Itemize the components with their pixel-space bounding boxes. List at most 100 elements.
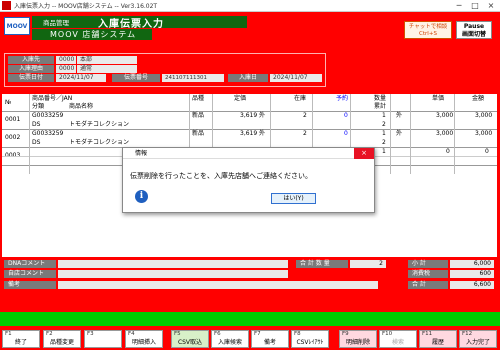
fkey-f2-button[interactable]: F2 品種変更 (43, 330, 81, 348)
minimize-button[interactable]: ─ (452, 0, 466, 12)
fkey-f4-button[interactable]: F4 明細挿入 (125, 330, 163, 348)
row-grade: 新品 (192, 112, 205, 119)
fkey-label: 終了 (14, 339, 27, 346)
dialog-message: 伝票削除を行ったことを、入庫先店舗へご連絡ください。 (130, 172, 312, 180)
fkey-label: 明細挿入 (131, 339, 156, 346)
screen-title: 入庫伝票入力 (98, 18, 164, 30)
pause-switch-button[interactable]: Pause 画面切替 (456, 21, 492, 39)
col-divider (410, 94, 411, 174)
total-qty-label: 合 計 数 量 (296, 260, 348, 268)
chat-button-hint: Ctrl+S (419, 31, 437, 37)
pause-label: Pause (463, 23, 485, 30)
row-unit[interactable]: 0 (446, 147, 450, 156)
row-code[interactable]: G0033259 (32, 129, 63, 138)
fkey-f10-button[interactable]: F10 検索 (379, 330, 417, 348)
fkey-f8-button[interactable]: F8 CSVﾚｲｱｳﾄ (291, 330, 329, 348)
row-cum: 2 (382, 121, 386, 128)
row-qty[interactable]: 1 (382, 147, 386, 156)
total-qty-value: 2 (350, 260, 386, 268)
row-tax2: 外 (396, 130, 403, 137)
slip-number-label: 伝票番号 (112, 74, 160, 82)
total-value: 6,600 (450, 281, 494, 289)
row-price: 3,619 (240, 130, 258, 137)
col-no: № (5, 99, 12, 106)
tax-value: 600 (450, 270, 494, 278)
row-qty[interactable]: 1 (382, 129, 386, 138)
row-no: 0001 (5, 116, 21, 123)
fkey-f9-button[interactable]: F9 明細削除 (339, 330, 377, 348)
col-divider (454, 94, 455, 174)
store-comment-field[interactable] (58, 270, 288, 278)
col-amount: 金額 (472, 95, 485, 102)
fkey-f11-button[interactable]: F11 履歴 (419, 330, 457, 348)
slip-number-field: 241107111301 (162, 74, 224, 82)
col-name: 商品名称 (69, 103, 94, 110)
fkey-label: 入力完了 (465, 339, 490, 346)
row-amount: 3,000 (475, 130, 493, 137)
col-unit: 単価 (432, 95, 445, 102)
switch-screen-label: 画面切替 (461, 30, 486, 38)
reason-label: 入庫理由 (8, 65, 54, 73)
chat-consult-button[interactable]: チャットで相談 Ctrl+S (404, 21, 452, 39)
fkey-label: CSVﾚｲｱｳﾄ (296, 339, 324, 346)
system-name: MOOV 店舗システム (32, 29, 152, 40)
supplier-code[interactable]: 0000 (56, 56, 76, 64)
fkey-f12-button[interactable]: F12 入力完了 (459, 330, 497, 348)
row-unit[interactable]: 3,000 (436, 129, 453, 138)
maximize-button[interactable]: □ (468, 0, 482, 12)
header-bar: 商品管理 入庫伝票入力 (32, 16, 247, 30)
row-no: 0002 (5, 134, 21, 141)
store-comment-label: 自店コメント (4, 270, 56, 278)
note-field[interactable] (58, 281, 378, 289)
fkey-f1-button[interactable]: F1 終了 (2, 330, 40, 348)
row-qty[interactable]: 1 (382, 111, 386, 120)
fkey-label: 明細削除 (345, 339, 370, 346)
fkey-label: 履歴 (431, 339, 444, 346)
subtotal-value: 6,000 (450, 260, 494, 268)
fkey-f3-button[interactable]: F3 (84, 330, 122, 348)
app-icon (2, 1, 11, 10)
row-unit[interactable]: 3,000 (436, 111, 453, 120)
row-cum: 2 (382, 139, 386, 146)
status-bar (0, 312, 500, 326)
row-name: トモダチコレクション (69, 139, 130, 146)
reason-name: 通常 (77, 65, 137, 73)
subtotal-label: 小 計 (408, 260, 448, 268)
row-amount: 3,000 (475, 112, 493, 119)
col-grade: 品種 (192, 95, 205, 102)
row-category: DS (32, 121, 41, 128)
slip-date-field[interactable]: 2024/11/07 (56, 74, 106, 82)
reason-code[interactable]: 0000 (56, 65, 76, 73)
note-label: 備考 (4, 281, 56, 289)
fkey-f7-button[interactable]: F7 備考 (251, 330, 289, 348)
in-date-label: 入庫日 (228, 74, 268, 82)
dialog-close-button[interactable]: × (354, 148, 374, 159)
moov-logo: MOOV (4, 17, 30, 35)
row-code[interactable]: G0033259 (32, 111, 63, 120)
col-category: 分類 (32, 103, 45, 110)
dna-comment-label: DNAコメント (4, 260, 56, 268)
fkey-label: 入庫候索 (217, 339, 242, 346)
col-divider (29, 94, 30, 174)
close-window-button[interactable]: × (484, 0, 498, 12)
menu-label: 商品管理 (43, 19, 69, 27)
supplier-label: 入庫先 (8, 56, 54, 64)
col-price: 定価 (234, 95, 247, 102)
chat-button-label: チャットで相談 (408, 24, 448, 30)
dna-comment-field[interactable] (58, 260, 288, 268)
dialog-title: 情報 (123, 148, 374, 159)
dialog-yes-button[interactable]: はい(Y) (271, 193, 316, 204)
row-tax: 外 (259, 130, 266, 137)
total-label: 合 計 (408, 281, 448, 289)
fkey-f6-button[interactable]: F6 入庫候索 (211, 330, 249, 348)
row-name: トモダチコレクション (69, 121, 130, 128)
row-tax2: 外 (396, 112, 403, 119)
fkey-f5-button[interactable]: F5 CSV取込 (171, 330, 209, 348)
row-category: DS (32, 139, 41, 146)
tax-label: 消費税 (408, 270, 448, 278)
col-divider (390, 94, 391, 174)
in-date-field[interactable]: 2024/11/07 (270, 74, 322, 82)
supplier-name: 本部 (77, 56, 137, 64)
row-stock: 2 (303, 112, 307, 119)
window-title: 入庫伝票入力 -- MOOV店舗システム -- Ver3.16.02T (14, 3, 158, 10)
